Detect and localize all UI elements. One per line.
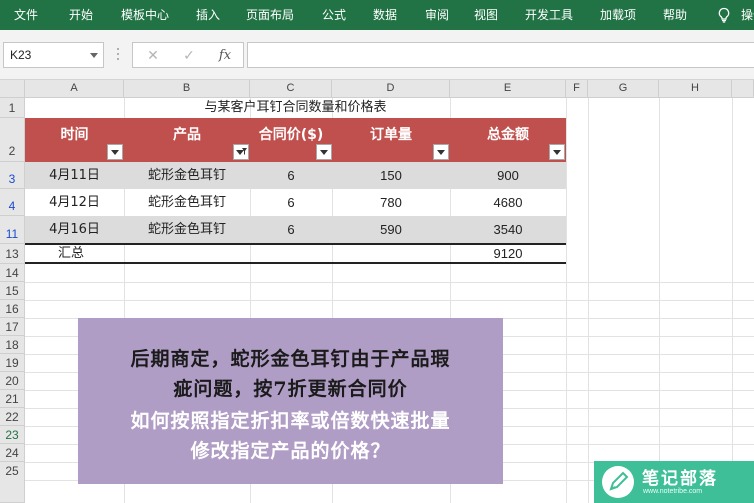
cell-time[interactable]: 4月12日 [25,189,124,216]
row-header-18[interactable]: 18 [0,336,25,354]
row-header-13[interactable]: 13 [0,244,25,264]
column-header-b[interactable]: B [124,80,250,98]
column-header-i[interactable] [732,80,754,98]
worksheet-grid: A B C D E F G H 1 2 3 4 11 13 14 15 16 1… [0,80,754,503]
watermark-title: 笔记部落 [642,469,718,489]
cell-price[interactable]: 6 [250,189,332,216]
header-product[interactable]: 产品 [124,118,250,162]
row-header-11[interactable]: 11 [0,216,25,244]
menu-view[interactable]: 视图 [474,0,498,30]
menu-page-layout[interactable]: 页面布局 [246,0,294,30]
name-box-value: K23 [10,48,32,62]
table-row: 4月16日 蛇形金色耳钉 6 590 3540 [25,216,566,243]
menu-developer[interactable]: 开发工具 [525,0,573,30]
filter-active-button[interactable] [233,144,249,160]
menu-file[interactable]: 文件 [14,0,38,30]
menu-home[interactable]: 开始 [69,0,93,30]
table-row: 4月11日 蛇形金色耳钉 6 150 900 [25,162,566,189]
table-row: 4月12日 蛇形金色耳钉 6 780 4680 [25,189,566,216]
row-header-1[interactable]: 1 [0,98,25,118]
row-header-15[interactable]: 15 [0,282,25,300]
cell-amount[interactable]: 3540 [450,216,566,243]
row-header-4[interactable]: 4 [0,189,25,216]
ribbon-menu-bar: 文件 开始 模板中心 插入 页面布局 公式 数据 审阅 视图 开发工具 加载项 … [0,0,754,30]
insert-function-icon[interactable]: fx [215,46,235,66]
formula-input[interactable] [247,42,754,68]
note-line: 疵问题，按7折更新合同价 [173,378,408,400]
row-header-19[interactable]: 19 [0,354,25,372]
cell-price[interactable]: 6 [250,216,332,243]
menu-add-ins[interactable]: 加载项 [600,0,636,30]
menu-data[interactable]: 数据 [373,0,397,30]
filter-dropdown-button[interactable] [549,144,565,160]
filter-dropdown-button[interactable] [107,144,123,160]
table-title[interactable]: 与某客户耳钉合同数量和价格表 [25,98,566,118]
cell-qty[interactable]: 780 [332,189,450,216]
lightbulb-icon[interactable] [716,7,732,23]
note-line: 后期商定，蛇形金色耳钉由于产品瑕 [130,348,451,370]
tell-me-search[interactable]: 操作说明搜索 [741,0,754,30]
cell-product[interactable]: 蛇形金色耳钉 [124,162,250,189]
formula-tools: ✕ ✓ fx [132,42,244,68]
vertical-dots-icon [117,48,119,60]
cell-time[interactable]: 4月11日 [25,162,124,189]
watermark-logo: 笔记部落 www.notetribe.com [594,461,754,503]
formula-bar-row: K23 ✕ ✓ fx [0,30,754,80]
row-header-16[interactable]: 16 [0,300,25,318]
column-header-f[interactable]: F [566,80,588,98]
column-header-c[interactable]: C [250,80,332,98]
cell-time[interactable]: 4月16日 [25,216,124,243]
cancel-icon[interactable]: ✕ [143,46,163,66]
column-header-d[interactable]: D [332,80,450,98]
row-header-2[interactable]: 2 [0,118,25,162]
cell-amount[interactable]: 900 [450,162,566,189]
pen-icon [602,466,634,498]
chevron-down-icon[interactable] [90,53,98,58]
row-header-14[interactable]: 14 [0,264,25,282]
column-header-a[interactable]: A [25,80,124,98]
column-header-g[interactable]: G [588,80,659,98]
note-textbox[interactable]: 后期商定，蛇形金色耳钉由于产品瑕 疵问题，按7折更新合同价 如何按照指定折扣率或… [78,318,503,484]
cell-qty[interactable]: 590 [332,216,450,243]
row-header-25[interactable]: 25 [0,462,25,503]
column-header-h[interactable]: H [659,80,732,98]
gridline [25,300,754,301]
total-row-border [25,262,566,264]
row-header-20[interactable]: 20 [0,372,25,390]
row-header-23[interactable]: 23 [0,426,25,444]
row-header-21[interactable]: 21 [0,390,25,408]
menu-insert[interactable]: 插入 [196,0,220,30]
menu-formulas[interactable]: 公式 [322,0,346,30]
note-question-line: 如何按照指定折扣率或倍数快速批量 [130,410,451,432]
column-header-e[interactable]: E [450,80,566,98]
cell-product[interactable]: 蛇形金色耳钉 [124,216,250,243]
total-label[interactable]: 汇总 [58,245,84,263]
watermark-url: www.notetribe.com [643,488,703,495]
total-value[interactable]: 9120 [450,245,566,263]
gridline [25,282,754,283]
name-box[interactable]: K23 [3,42,104,68]
row-header-17[interactable]: 17 [0,318,25,336]
cell-product[interactable]: 蛇形金色耳钉 [124,189,250,216]
row-header-22[interactable]: 22 [0,408,25,426]
note-question-line: 修改指定产品的价格？ [190,440,391,462]
row-header-24[interactable]: 24 [0,444,25,462]
row-header-3[interactable]: 3 [0,162,25,189]
enter-icon[interactable]: ✓ [179,46,199,66]
filter-dropdown-button[interactable] [433,144,449,160]
menu-template-center[interactable]: 模板中心 [121,0,169,30]
menu-help[interactable]: 帮助 [663,0,687,30]
select-all-corner[interactable] [0,80,25,98]
filter-dropdown-button[interactable] [316,144,332,160]
cell-qty[interactable]: 150 [332,162,450,189]
menu-review[interactable]: 审阅 [425,0,449,30]
cell-price[interactable]: 6 [250,162,332,189]
funnel-icon [242,148,247,155]
cell-amount[interactable]: 4680 [450,189,566,216]
